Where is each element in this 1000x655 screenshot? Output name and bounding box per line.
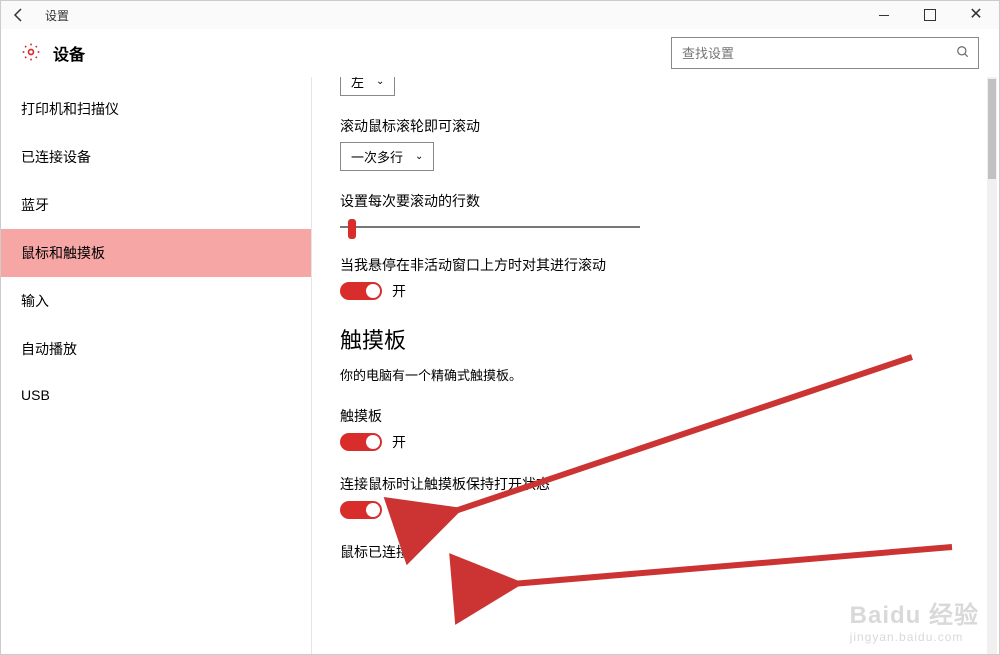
sidebar-item-usb[interactable]: USB (1, 373, 311, 417)
titlebar: 设置 ✕ (1, 1, 999, 29)
window-title: 设置 (45, 7, 861, 24)
touchpad-enable-label: 触摸板 (340, 406, 969, 426)
close-button[interactable]: ✕ (953, 1, 999, 29)
inactive-hover-state: 开 (392, 281, 406, 301)
touchpad-keep-on-toggle[interactable] (340, 501, 382, 519)
chevron-down-icon: ⌄ (376, 77, 384, 87)
page-title: 设备 (53, 41, 85, 65)
scroll-wheel-dropdown[interactable]: 一次多行 ⌄ (340, 142, 434, 171)
content-pane: 左 ⌄ 滚动鼠标滚轮即可滚动 一次多行 ⌄ 设置每次要滚动的行数 当我悬停在非活… (312, 77, 999, 654)
sidebar-item-mouse-touchpad[interactable]: 鼠标和触摸板 (1, 229, 311, 277)
chevron-down-icon: ⌄ (415, 151, 423, 162)
watermark-brand: Baidu 经验 (850, 602, 979, 629)
watermark: Baidu 经验 jingyan.baidu.com (850, 595, 979, 644)
maximize-button[interactable] (907, 1, 953, 29)
primary-button-value: 左 (351, 77, 364, 91)
lines-per-scroll-slider[interactable] (340, 217, 640, 237)
sidebar-item-autoplay[interactable]: 自动播放 (1, 325, 311, 373)
slider-thumb[interactable] (348, 219, 356, 239)
scroll-wheel-value: 一次多行 (351, 147, 403, 166)
sidebar-item-bluetooth[interactable]: 蓝牙 (1, 181, 311, 229)
sidebar: 打印机和扫描仪 已连接设备 蓝牙 鼠标和触摸板 输入 自动播放 USB (1, 77, 312, 654)
sidebar-item-connected[interactable]: 已连接设备 (1, 133, 311, 181)
touchpad-keep-on-state: 开 (392, 500, 406, 520)
back-button[interactable] (1, 1, 37, 29)
watermark-url: jingyan.baidu.com (850, 630, 979, 644)
mouse-connected-label: 鼠标已连接 (340, 542, 969, 562)
sidebar-item-input[interactable]: 输入 (1, 277, 311, 325)
sidebar-item-printers[interactable]: 打印机和扫描仪 (1, 85, 311, 133)
gear-icon (21, 42, 41, 65)
search-box[interactable] (671, 37, 979, 69)
touchpad-desc: 你的电脑有一个精确式触摸板。 (340, 365, 969, 384)
page-header: 设备 (1, 29, 999, 77)
search-input[interactable] (680, 45, 956, 62)
touchpad-section-title: 触摸板 (340, 323, 969, 355)
minimize-button[interactable] (861, 1, 907, 29)
touchpad-enable-toggle[interactable] (340, 433, 382, 451)
touchpad-enable-state: 开 (392, 432, 406, 452)
slider-track (340, 226, 640, 228)
search-icon (956, 45, 970, 62)
inactive-hover-toggle[interactable] (340, 282, 382, 300)
primary-button-dropdown[interactable]: 左 ⌄ (340, 77, 395, 96)
lines-per-scroll-label: 设置每次要滚动的行数 (340, 191, 969, 211)
touchpad-keep-on-label: 连接鼠标时让触摸板保持打开状态 (340, 474, 969, 494)
scroll-wheel-label: 滚动鼠标滚轮即可滚动 (340, 116, 969, 136)
scrollbar-thumb[interactable] (988, 79, 996, 179)
vertical-scrollbar[interactable] (987, 77, 997, 654)
inactive-hover-label: 当我悬停在非活动窗口上方时对其进行滚动 (340, 255, 969, 275)
